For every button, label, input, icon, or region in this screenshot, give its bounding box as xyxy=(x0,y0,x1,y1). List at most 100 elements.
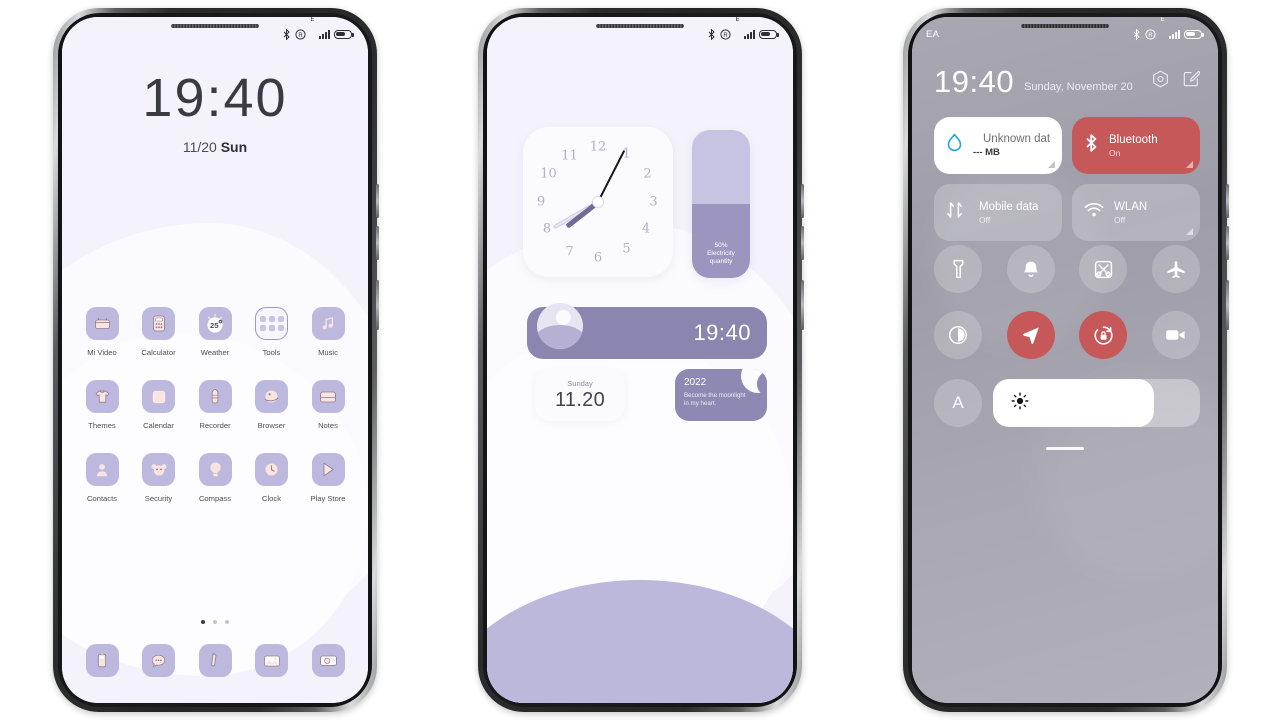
settings-hex-icon[interactable] xyxy=(1152,70,1169,93)
clock-numeral-10: 10 xyxy=(540,166,557,181)
roaming-icon: R xyxy=(295,28,307,40)
toggle-location[interactable] xyxy=(1006,311,1055,359)
phone1-screen: R E 19:40 11/20 Sun Mi Video Calculator … xyxy=(62,17,368,703)
app-label: Mi Video xyxy=(87,348,117,357)
app-tools-folder[interactable]: Tools xyxy=(246,307,298,357)
toggle-screen-recorder[interactable] xyxy=(1151,311,1200,359)
power-button[interactable] xyxy=(376,280,379,330)
cc-header-actions xyxy=(1152,70,1201,96)
svg-text:25: 25 xyxy=(210,320,219,329)
app-label: Weather xyxy=(200,348,230,357)
dock-item-gallery[interactable] xyxy=(246,644,298,677)
bluetooth-icon xyxy=(1084,133,1099,159)
toggle-ringer[interactable] xyxy=(1006,245,1055,293)
app-themes[interactable]: Themes xyxy=(76,380,128,430)
clock-numeral-7: 7 xyxy=(565,244,574,259)
app-browser[interactable]: Browser xyxy=(246,380,298,430)
quote-widget[interactable]: 2022 Become the moonlight in my heart. xyxy=(675,369,767,421)
volume-up-button[interactable] xyxy=(801,184,804,218)
avatar-sun-shape xyxy=(556,310,572,326)
signal-icon xyxy=(1169,29,1180,39)
phone-control-center: EA R E 19:40 Sunday, November 20 Unknown… xyxy=(903,8,1229,712)
app-calculator[interactable]: Calculator xyxy=(133,307,185,357)
dock-item-flashlight[interactable] xyxy=(189,644,241,677)
battery-icon xyxy=(1184,29,1204,39)
date-widget-date: 11.20 xyxy=(554,388,606,411)
tile-expand-corner[interactable] xyxy=(1186,228,1193,235)
app-label: Compass xyxy=(198,494,232,503)
app-music[interactable]: Music xyxy=(302,307,354,357)
volume-up-button[interactable] xyxy=(376,184,379,218)
clock-numeral-11: 11 xyxy=(561,148,578,163)
toggle-airplane-mode[interactable] xyxy=(1151,245,1200,293)
dock-item-messages[interactable] xyxy=(133,644,185,677)
app-security[interactable]: Security xyxy=(133,453,185,503)
airplane-icon xyxy=(1167,260,1185,278)
auto-brightness-label: A xyxy=(952,393,964,412)
volume-down-button[interactable] xyxy=(376,226,379,260)
tile-subtitle: --- MB xyxy=(973,147,1000,158)
app-mi-video[interactable]: Mi Video xyxy=(76,307,128,357)
time-bar-widget[interactable]: 19:40 xyxy=(527,303,767,359)
tile-expand-corner[interactable] xyxy=(1048,161,1055,168)
bluetooth-icon xyxy=(283,28,291,40)
dock-item-camera[interactable] xyxy=(302,644,354,677)
app-weather[interactable]: 25 Weather xyxy=(189,307,241,357)
toggle-auto-brightness[interactable]: A xyxy=(934,379,982,427)
page-indicator xyxy=(62,620,368,624)
quick-setting-tiles: Unknown data plan --- MB Bluetooth On xyxy=(934,117,1200,241)
bluetooth-icon xyxy=(1133,28,1141,40)
control-center-header: 19:40 Sunday, November 20 xyxy=(934,66,1201,97)
clock-numeral-3: 3 xyxy=(649,194,658,210)
volume-up-button[interactable] xyxy=(1226,184,1229,218)
clock-numeral-9: 9 xyxy=(536,194,546,210)
roaming-icon: R xyxy=(1145,28,1157,40)
toggle-dark-mode[interactable] xyxy=(934,311,982,359)
tile-expand-corner[interactable] xyxy=(1186,161,1193,168)
wlan-icon xyxy=(1084,202,1104,223)
toggle-flashlight[interactable] xyxy=(934,245,982,293)
toggle-row-2 xyxy=(934,311,1200,359)
brightness-slider[interactable] xyxy=(993,379,1200,427)
volume-down-button[interactable] xyxy=(1226,226,1229,260)
app-row: Mi Video Calculator 25 Weather Tools Mus… xyxy=(76,307,354,357)
date-widget[interactable]: Sunday 11.20 xyxy=(535,369,625,421)
rotate-lock-icon xyxy=(1094,325,1113,345)
app-play-store[interactable]: Play Store xyxy=(302,453,354,503)
app-label: Tools xyxy=(262,348,281,357)
network-type-label: E xyxy=(310,17,315,23)
power-button[interactable] xyxy=(1226,280,1229,330)
tile-mobile-data[interactable]: Mobile data Off xyxy=(934,184,1062,241)
battery-widget[interactable]: 50% Electricity quantity xyxy=(692,130,750,278)
time-widget-time: 19:40 xyxy=(693,320,751,345)
toggle-auto-rotate[interactable] xyxy=(1079,311,1128,359)
toggle-screenshot[interactable] xyxy=(1079,245,1128,293)
analog-clock-widget[interactable]: 12 1 2 3 4 5 6 7 8 9 10 11 xyxy=(523,127,673,277)
app-contacts[interactable]: Contacts xyxy=(76,453,128,503)
clock-numeral-1: 1 xyxy=(622,146,631,162)
home-indicator[interactable] xyxy=(1046,447,1084,450)
app-compass[interactable]: Compass xyxy=(189,453,241,503)
app-notes[interactable]: Notes xyxy=(302,380,354,430)
tools-folder-icon xyxy=(255,307,288,340)
volume-down-button[interactable] xyxy=(801,226,804,260)
page-dot-2[interactable] xyxy=(213,620,217,624)
tile-subtitle: Off xyxy=(1114,214,1126,225)
phone2-screen: R E 12 1 2 3 4 5 6 7 8 9 10 11 50% Elect… xyxy=(487,17,793,703)
dock-item-phone[interactable] xyxy=(76,644,128,677)
page-dot-3[interactable] xyxy=(225,620,229,624)
camera-icon xyxy=(311,644,345,677)
toggle-row-1 xyxy=(934,245,1200,293)
page-dot-1[interactable] xyxy=(201,620,205,624)
edit-icon[interactable] xyxy=(1183,70,1201,93)
app-calendar[interactable]: Calendar xyxy=(133,380,185,430)
tile-wlan[interactable]: WLAN Off xyxy=(1072,184,1200,241)
tile-bluetooth[interactable]: Bluetooth On xyxy=(1072,117,1200,174)
home-clock-widget[interactable]: 19:40 11/20 Sun xyxy=(62,71,368,155)
app-grid: Mi Video Calculator 25 Weather Tools Mus… xyxy=(76,307,354,526)
power-button[interactable] xyxy=(801,280,804,330)
security-icon xyxy=(142,453,175,486)
app-clock[interactable]: Clock xyxy=(246,453,298,503)
tile-data-plan[interactable]: Unknown data plan --- MB xyxy=(934,117,1062,174)
app-recorder[interactable]: Recorder xyxy=(189,380,241,430)
